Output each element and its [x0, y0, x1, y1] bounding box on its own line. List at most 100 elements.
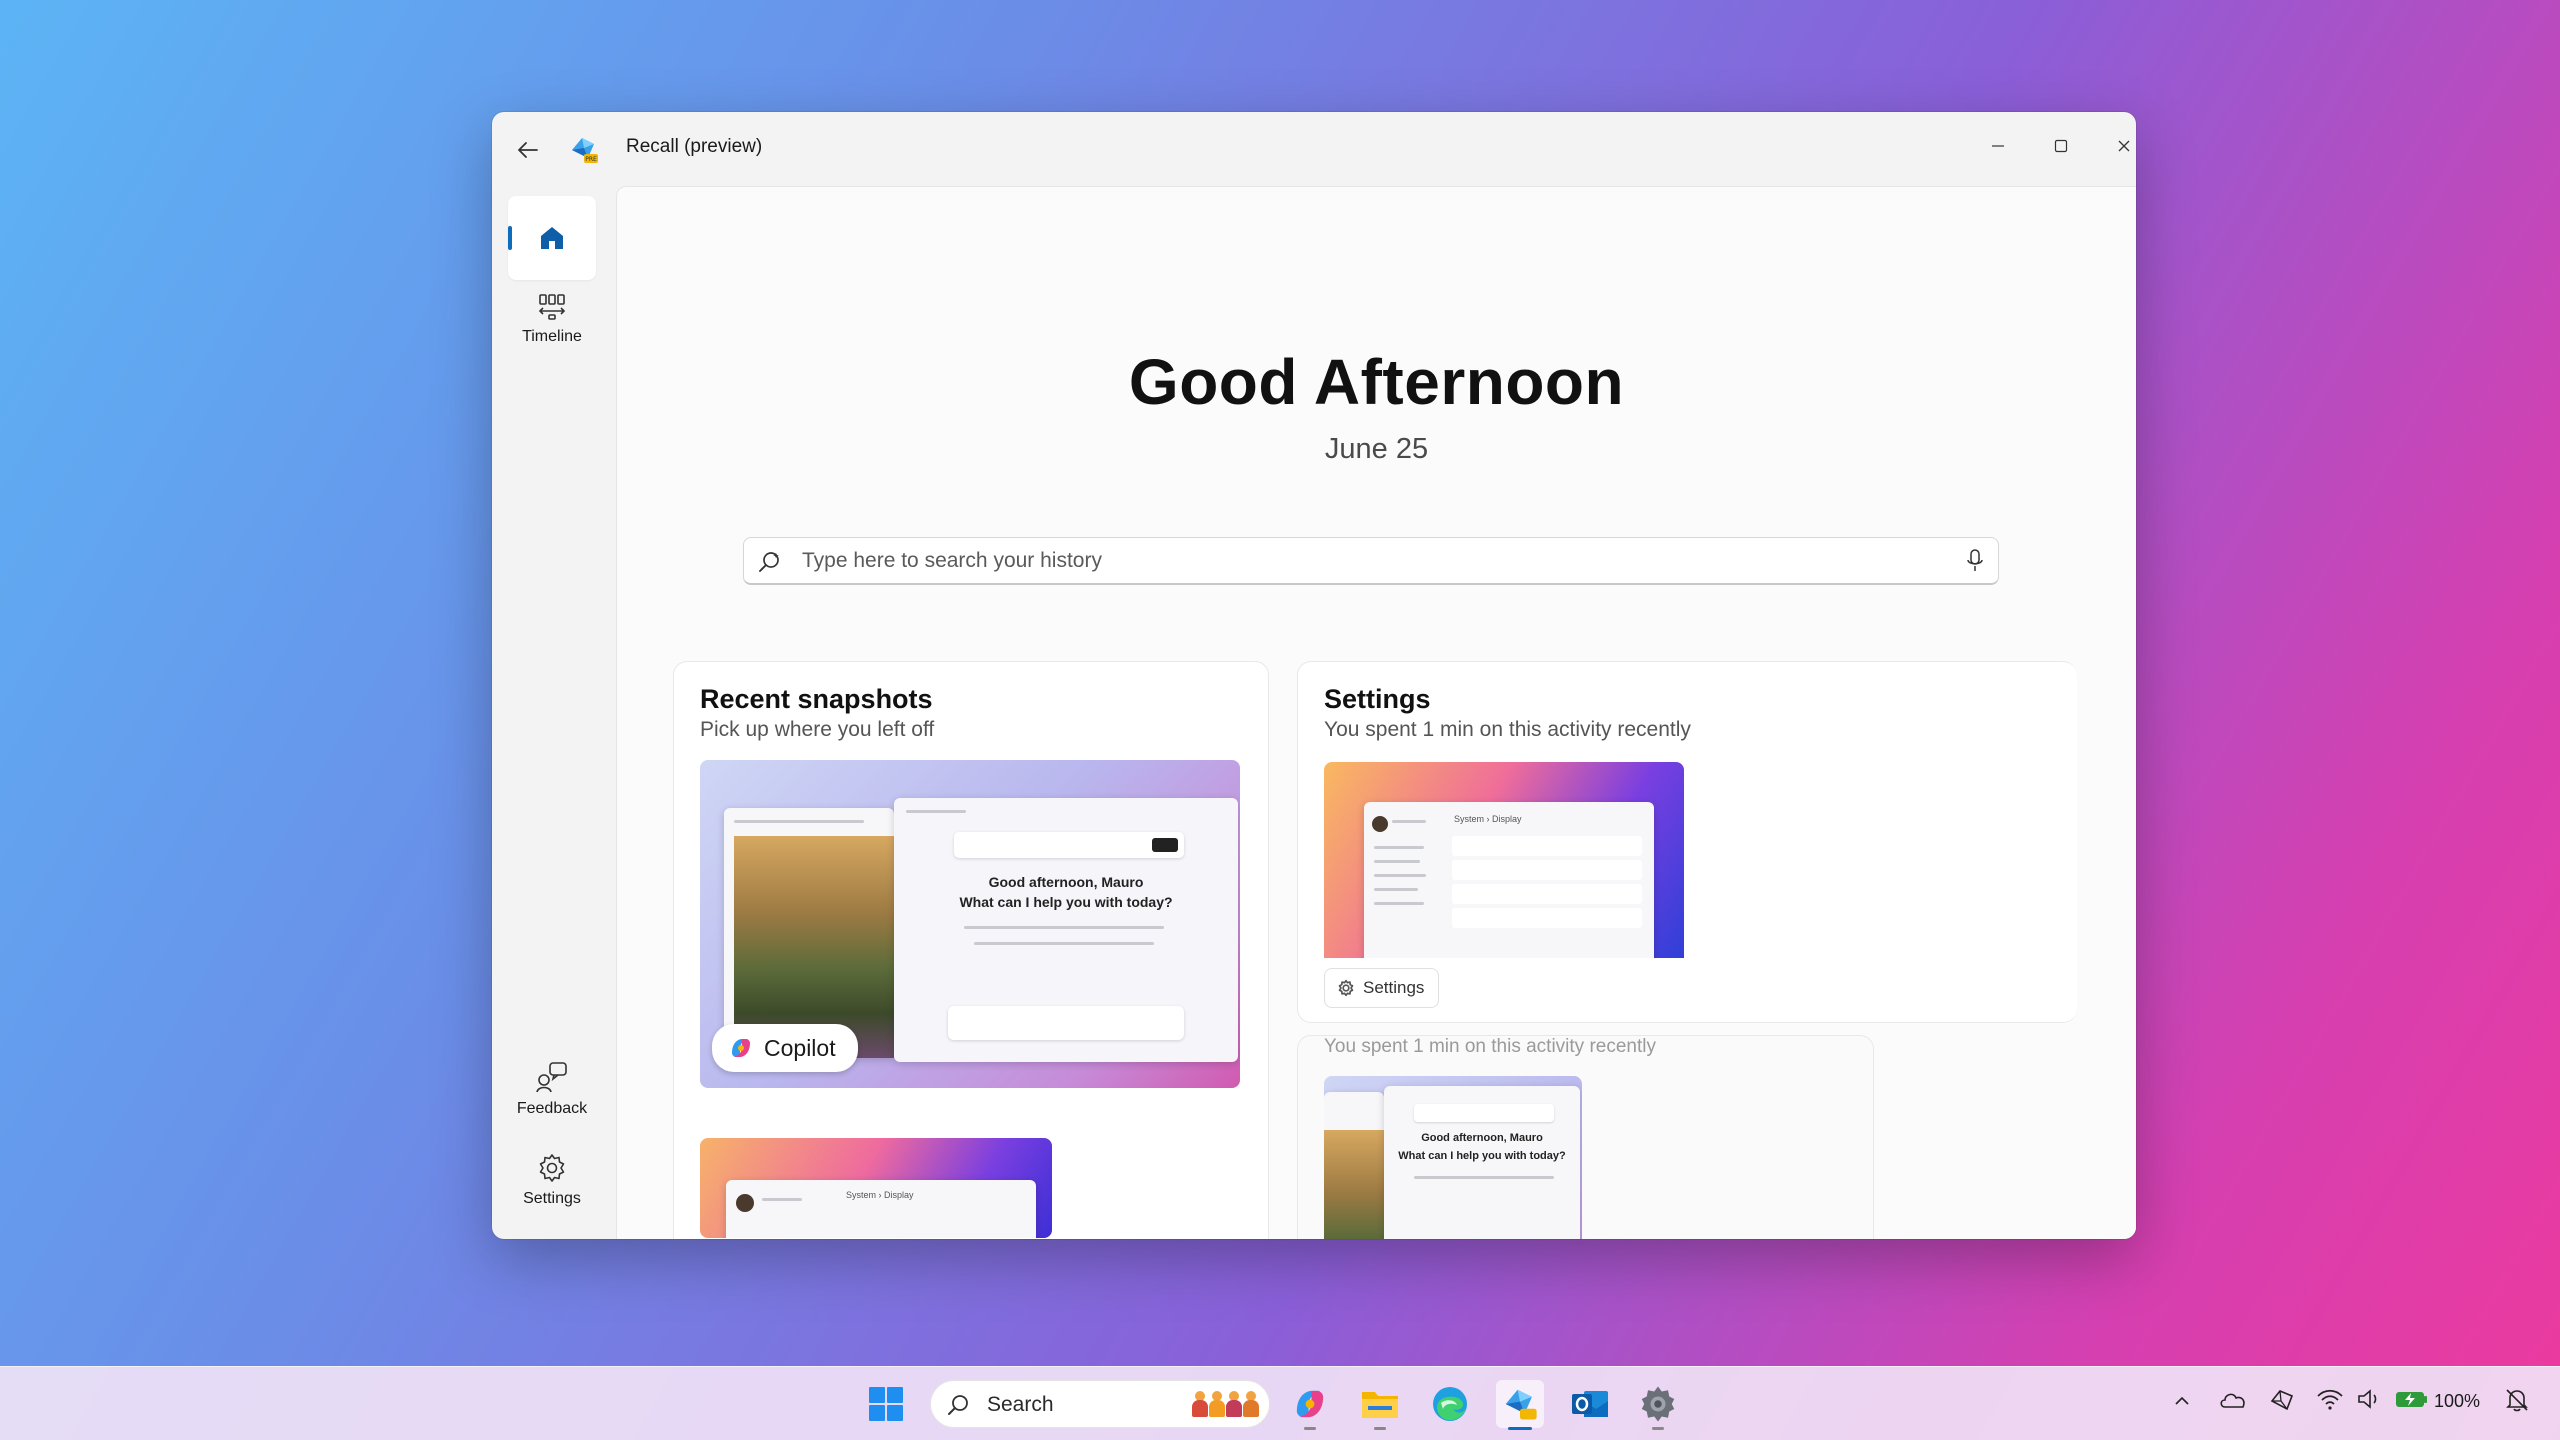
- card-subtitle: You spent 1 min on this activity recentl…: [1324, 1036, 1656, 1058]
- search-input[interactable]: [802, 546, 1932, 576]
- gear-icon: [1337, 979, 1355, 997]
- snapshot-settings-window: System › Display: [726, 1180, 1036, 1238]
- stacked-activity-card: You spent 1 min on this activity recentl…: [1297, 1035, 1874, 1239]
- recall-window: PRE Recall (preview) Timeline: [492, 112, 2136, 1239]
- snapshot-button: [1152, 838, 1178, 852]
- page-title: Good Afternoon: [617, 345, 2136, 419]
- taskbar-recall[interactable]: [1496, 1380, 1544, 1428]
- snapshot-settings-window: System › Display: [1364, 802, 1654, 958]
- taskbar-file-explorer[interactable]: [1356, 1380, 1404, 1428]
- sidebar-item-home[interactable]: [508, 196, 596, 280]
- chevron-up-icon: [2172, 1391, 2192, 1411]
- taskbar-settings[interactable]: [1634, 1380, 1682, 1428]
- snapshot-prompt-bar: [1414, 1104, 1554, 1122]
- snapshot-greeting: Good afternoon, Mauro: [1384, 1132, 1580, 1144]
- copilot-icon: [1291, 1385, 1329, 1423]
- copilot-snapshot-thumbnail[interactable]: Good afternoon, Mauro What can I help yo…: [700, 760, 1240, 1088]
- back-button[interactable]: [508, 130, 548, 170]
- history-search-box[interactable]: [743, 537, 1999, 585]
- card-title: Settings: [1324, 684, 1431, 715]
- recent-snapshots-card: Recent snapshots Pick up where you left …: [673, 661, 1269, 1239]
- snapshot-text-line: [964, 926, 1164, 929]
- notifications-button[interactable]: [2504, 1387, 2530, 1413]
- snapshot-text-line: [974, 942, 1154, 945]
- sidebar-item-feedback[interactable]: Feedback: [508, 1060, 596, 1140]
- speaker-icon: [2356, 1387, 2382, 1411]
- tray-battery[interactable]: [2394, 1387, 2430, 1411]
- bell-icon: [2504, 1387, 2530, 1413]
- taskbar-search[interactable]: Search: [930, 1380, 1270, 1428]
- snapshot-setting-row: [1452, 860, 1642, 880]
- snapshot-message-box: [948, 1006, 1184, 1040]
- snapshot-text-line: [906, 810, 966, 813]
- settings-snapshot-thumbnail[interactable]: System › Display: [700, 1138, 1052, 1238]
- tray-app[interactable]: [2268, 1387, 2296, 1415]
- main-content: Good Afternoon June 25 Recent snapshots …: [616, 186, 2136, 1239]
- show-hidden-icons-button[interactable]: [2172, 1391, 2192, 1411]
- edge-browser-icon: [1431, 1385, 1469, 1423]
- settings-snapshot-thumbnail[interactable]: System › Display: [1324, 762, 1684, 958]
- tray-onedrive[interactable]: [2218, 1387, 2248, 1411]
- taskbar-copilot[interactable]: [1286, 1380, 1334, 1428]
- sidebar-item-settings[interactable]: Settings: [508, 1152, 596, 1232]
- sidebar-item-label: Timeline: [522, 328, 582, 346]
- settings-activity-card: Settings You spent 1 min on this activit…: [1297, 661, 2077, 1023]
- taskbar-outlook[interactable]: [1566, 1380, 1614, 1428]
- running-indicator: [1304, 1427, 1316, 1430]
- taskbar-edge[interactable]: [1426, 1380, 1474, 1428]
- feedback-icon: [535, 1060, 569, 1094]
- snapshot-text-line: [734, 820, 864, 823]
- snapshot-text-line: [1374, 874, 1426, 877]
- network-share-icon: [2268, 1387, 2296, 1415]
- battery-percentage: 100%: [2434, 1391, 2480, 1412]
- snapshot-setting-row: [1452, 908, 1642, 928]
- settings-app-chip[interactable]: Settings: [1324, 968, 1439, 1008]
- snapshot-text-line: [1374, 888, 1418, 891]
- taskbar-search-label: Search: [987, 1393, 1054, 1417]
- snapshot-text-line: [1374, 860, 1420, 863]
- snapshot-prompt-bar: [954, 832, 1184, 858]
- taskbar: Search: [0, 1366, 2560, 1440]
- snapshot-copilot-window: Good afternoon, Mauro What can I help yo…: [1384, 1086, 1580, 1239]
- sidebar-item-timeline[interactable]: Timeline: [508, 292, 596, 372]
- outlook-icon: [1570, 1385, 1610, 1423]
- window-title: Recall (preview): [626, 136, 762, 158]
- start-button[interactable]: [862, 1380, 910, 1428]
- timeline-icon: [537, 292, 567, 322]
- copilot-icon: [728, 1035, 754, 1061]
- copilot-app-chip[interactable]: Copilot: [712, 1024, 858, 1072]
- folder-icon: [1360, 1386, 1400, 1422]
- maximize-button[interactable]: [2035, 124, 2087, 168]
- chip-label: Settings: [1363, 978, 1424, 998]
- snapshot-browser-window: [1324, 1092, 1384, 1239]
- search-icon: [947, 1393, 971, 1417]
- snapshot-text-line: [762, 1198, 802, 1201]
- sidebar-item-label: Settings: [523, 1190, 581, 1208]
- card-subtitle: You spent 1 min on this activity recentl…: [1324, 718, 1691, 742]
- snapshot-text-line: [1414, 1176, 1554, 1179]
- date-label: June 25: [617, 433, 2136, 466]
- snapshot-breadcrumb: System › Display: [846, 1190, 914, 1200]
- snapshot-browser-window: [724, 808, 894, 1058]
- copilot-snapshot-thumbnail[interactable]: Good afternoon, Mauro What can I help yo…: [1324, 1076, 1582, 1239]
- sidebar-item-label: Feedback: [517, 1100, 587, 1118]
- avatar: [1372, 816, 1388, 832]
- chip-label: Copilot: [764, 1035, 836, 1062]
- snapshot-greeting: What can I help you with today?: [894, 894, 1238, 910]
- minimize-button[interactable]: [1972, 124, 2024, 168]
- snapshot-text-line: [1374, 846, 1424, 849]
- cloud-icon: [2218, 1387, 2248, 1411]
- close-icon: [2116, 138, 2132, 154]
- recall-app-icon: PRE: [568, 134, 600, 166]
- snapshot-greeting: What can I help you with today?: [1384, 1150, 1580, 1162]
- gear-icon: [536, 1152, 568, 1184]
- close-button[interactable]: [2098, 124, 2136, 168]
- tray-volume[interactable]: [2356, 1387, 2382, 1411]
- tray-wifi[interactable]: [2316, 1387, 2344, 1411]
- snapshot-setting-row: [1452, 884, 1642, 904]
- maximize-icon: [2053, 138, 2069, 154]
- home-icon: [537, 223, 567, 253]
- wifi-icon: [2316, 1387, 2344, 1411]
- windows-logo-icon: [868, 1386, 904, 1422]
- microphone-icon[interactable]: [1966, 549, 1984, 573]
